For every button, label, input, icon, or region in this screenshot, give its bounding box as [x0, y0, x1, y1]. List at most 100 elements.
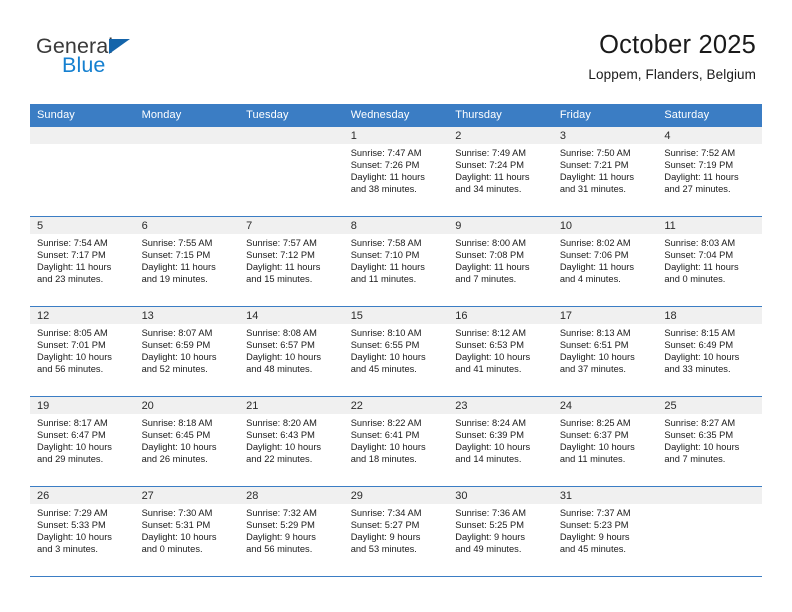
calendar-day-cell[interactable]: 25 Sunrise: 8:27 AM Sunset: 6:35 PM Dayligh…	[657, 396, 762, 487]
day-details: Sunrise: 7:37 AM Sunset: 5:23 PM Daylight:…	[553, 504, 658, 555]
calendar-day-cell[interactable]: 8 Sunrise: 7:58 AM Sunset: 7:10 PM Daylight…	[343, 216, 449, 307]
calendar-day-cell[interactable]: 17 Sunrise: 8:13 AM Sunset: 6:51 PM Dayligh…	[552, 306, 658, 397]
day-number: 6	[134, 217, 240, 234]
calendar-day-cell[interactable]: 20 Sunrise: 8:18 AM Sunset: 6:45 PM Dayligh…	[134, 396, 240, 487]
daylight-line-2: and 33 minutes.	[664, 364, 731, 375]
calendar-day-cell[interactable]: 27 Sunrise: 7:30 AM Sunset: 5:31 PM Dayligh…	[134, 486, 240, 577]
sunset-line: Sunset: 7:15 PM	[141, 250, 211, 261]
calendar-day-cell[interactable]: 22 Sunrise: 8:22 AM Sunset: 6:41 PM Dayligh…	[343, 396, 449, 487]
calendar-day-cell[interactable]: 4 Sunrise: 7:52 AM Sunset: 7:19 PM Daylight…	[657, 126, 762, 217]
day-details: Sunrise: 8:22 AM Sunset: 6:41 PM Daylight:…	[344, 414, 449, 465]
sunrise-line: Sunrise: 7:29 AM	[37, 508, 108, 518]
day-details: Sunrise: 8:12 AM Sunset: 6:53 PM Daylight:…	[448, 324, 553, 375]
calendar-day-cell[interactable]: 9 Sunrise: 8:00 AM Sunset: 7:08 PM Daylight…	[448, 216, 553, 307]
daylight-line-2: and 11 minutes.	[350, 274, 417, 285]
calendar-day-cell[interactable]: 29 Sunrise: 7:34 AM Sunset: 5:27 PM Dayligh…	[343, 486, 449, 577]
daylight-line-1: Daylight: 10 hours	[141, 532, 217, 543]
calendar-day-cell[interactable]: 6 Sunrise: 7:55 AM Sunset: 7:15 PM Daylight…	[134, 216, 240, 307]
calendar-day-cell[interactable]: 1 Sunrise: 7:47 AM Sunset: 7:26 PM Daylight…	[343, 126, 449, 217]
calendar-day-cell[interactable]: 28 Sunrise: 7:32 AM Sunset: 5:29 PM Dayligh…	[239, 486, 344, 577]
calendar-day-cell[interactable]: 5 Sunrise: 7:54 AM Sunset: 7:17 PM Daylight…	[30, 216, 135, 307]
daylight-line-1: Daylight: 11 hours	[559, 172, 635, 183]
calendar-day-cell[interactable]: 12 Sunrise: 8:05 AM Sunset: 7:01 PM Dayligh…	[30, 306, 135, 397]
sunset-line: Sunset: 6:57 PM	[246, 340, 315, 351]
daylight-line-1: Daylight: 11 hours	[559, 262, 635, 273]
daylight-line-1: Daylight: 11 hours	[455, 172, 530, 183]
daylight-line-1: Daylight: 11 hours	[350, 172, 425, 183]
day-details: Sunrise: 7:58 AM Sunset: 7:10 PM Daylight:…	[344, 234, 449, 285]
sunset-line: Sunset: 5:31 PM	[141, 520, 211, 531]
daylight-line-2: and 29 minutes.	[37, 454, 104, 465]
daylight-line-1: Daylight: 10 hours	[664, 352, 740, 363]
daylight-line-2: and 49 minutes.	[455, 544, 522, 555]
daylight-line-1: Daylight: 9 hours	[559, 532, 630, 543]
page-subtitle: Loppem, Flanders, Belgium	[588, 67, 756, 82]
calendar-day-cell[interactable]: 18 Sunrise: 8:15 AM Sunset: 6:49 PM Dayligh…	[657, 306, 762, 397]
day-number: 23	[448, 397, 553, 414]
sunrise-line: Sunrise: 8:18 AM	[141, 418, 213, 428]
calendar-day-cell[interactable]: 10 Sunrise: 8:02 AM Sunset: 7:06 PM Dayligh…	[552, 216, 658, 307]
generalblue-logo: General Blue	[36, 34, 236, 86]
daylight-line-2: and 27 minutes.	[664, 184, 731, 195]
day-number: 27	[134, 487, 240, 504]
daylight-line-2: and 34 minutes.	[455, 184, 522, 195]
daylight-line-1: Daylight: 11 hours	[664, 262, 739, 273]
weekday-header-sunday: Sunday	[30, 104, 135, 127]
sunset-line: Sunset: 7:01 PM	[37, 340, 106, 351]
daylight-line-1: Daylight: 10 hours	[37, 532, 112, 543]
day-number	[30, 127, 135, 144]
day-details	[657, 504, 762, 507]
day-number: 1	[343, 127, 449, 144]
sunset-line: Sunset: 7:17 PM	[37, 250, 106, 261]
daylight-line-2: and 15 minutes.	[246, 274, 313, 285]
weekday-header-wednesday: Wednesday	[343, 104, 449, 127]
calendar-day-cell[interactable]: 24 Sunrise: 8:25 AM Sunset: 6:37 PM Dayligh…	[552, 396, 658, 487]
sunset-line: Sunset: 5:29 PM	[246, 520, 315, 531]
calendar-table: Sunday Monday Tuesday Wednesday Thursday…	[30, 104, 762, 577]
calendar-week-row: 12 Sunrise: 8:05 AM Sunset: 7:01 PM Dayligh…	[30, 306, 762, 397]
calendar-header-row: Sunday Monday Tuesday Wednesday Thursday…	[30, 104, 762, 127]
day-number: 16	[448, 307, 553, 324]
day-details: Sunrise: 8:00 AM Sunset: 7:08 PM Daylight:…	[448, 234, 553, 285]
sunrise-line: Sunrise: 8:03 AM	[664, 238, 736, 248]
calendar-day-cell[interactable]: 3 Sunrise: 7:50 AM Sunset: 7:21 PM Daylight…	[552, 126, 658, 217]
calendar-day-cell[interactable]: 15 Sunrise: 8:10 AM Sunset: 6:55 PM Dayligh…	[343, 306, 449, 397]
sunset-line: Sunset: 6:45 PM	[141, 430, 211, 441]
day-number: 15	[343, 307, 449, 324]
day-number: 28	[239, 487, 344, 504]
calendar-day-cell[interactable]: 2 Sunrise: 7:49 AM Sunset: 7:24 PM Daylight…	[448, 126, 553, 217]
daylight-line-1: Daylight: 10 hours	[559, 442, 635, 453]
sunset-line: Sunset: 6:59 PM	[141, 340, 211, 351]
weekday-header-saturday: Saturday	[657, 104, 762, 127]
day-number: 13	[134, 307, 240, 324]
day-details: Sunrise: 7:36 AM Sunset: 5:25 PM Daylight:…	[448, 504, 553, 555]
calendar-day-cell[interactable]: 30 Sunrise: 7:36 AM Sunset: 5:25 PM Dayligh…	[448, 486, 553, 577]
calendar-day-cell[interactable]: 14 Sunrise: 8:08 AM Sunset: 6:57 PM Dayligh…	[239, 306, 344, 397]
sunrise-line: Sunrise: 7:58 AM	[350, 238, 422, 248]
sunrise-line: Sunrise: 7:54 AM	[37, 238, 108, 248]
daylight-line-1: Daylight: 11 hours	[350, 262, 425, 273]
calendar-day-cell[interactable]: 11 Sunrise: 8:03 AM Sunset: 7:04 PM Dayligh…	[657, 216, 762, 307]
weekday-header-monday: Monday	[134, 104, 240, 127]
day-details: Sunrise: 8:08 AM Sunset: 6:57 PM Daylight:…	[239, 324, 344, 375]
calendar-day-cell[interactable]: 13 Sunrise: 8:07 AM Sunset: 6:59 PM Dayligh…	[134, 306, 240, 397]
sunset-line: Sunset: 7:06 PM	[559, 250, 629, 261]
calendar-day-cell[interactable]: 21 Sunrise: 8:20 AM Sunset: 6:43 PM Dayligh…	[239, 396, 344, 487]
sunset-line: Sunset: 5:25 PM	[455, 520, 524, 531]
daylight-line-2: and 31 minutes.	[559, 184, 626, 195]
calendar-day-cell[interactable]: 26 Sunrise: 7:29 AM Sunset: 5:33 PM Dayligh…	[30, 486, 135, 577]
sunset-line: Sunset: 7:12 PM	[246, 250, 315, 261]
calendar-day-cell[interactable]: 7 Sunrise: 7:57 AM Sunset: 7:12 PM Daylight…	[239, 216, 344, 307]
day-details: Sunrise: 8:27 AM Sunset: 6:35 PM Daylight:…	[657, 414, 762, 465]
day-details: Sunrise: 7:55 AM Sunset: 7:15 PM Daylight:…	[135, 234, 240, 285]
sunset-line: Sunset: 7:10 PM	[350, 250, 420, 261]
sunrise-line: Sunrise: 8:25 AM	[559, 418, 631, 428]
calendar-day-cell[interactable]: 31 Sunrise: 7:37 AM Sunset: 5:23 PM Dayligh…	[552, 486, 658, 577]
logo-triangle-icon	[109, 39, 130, 54]
calendar-day-cell[interactable]: 19 Sunrise: 8:17 AM Sunset: 6:47 PM Dayligh…	[30, 396, 135, 487]
daylight-line-2: and 0 minutes.	[141, 544, 203, 555]
calendar-day-cell[interactable]: 16 Sunrise: 8:12 AM Sunset: 6:53 PM Dayligh…	[448, 306, 553, 397]
daylight-line-2: and 53 minutes.	[350, 544, 417, 555]
sunrise-line: Sunrise: 7:34 AM	[350, 508, 422, 518]
calendar-day-cell[interactable]: 23 Sunrise: 8:24 AM Sunset: 6:39 PM Dayligh…	[448, 396, 553, 487]
